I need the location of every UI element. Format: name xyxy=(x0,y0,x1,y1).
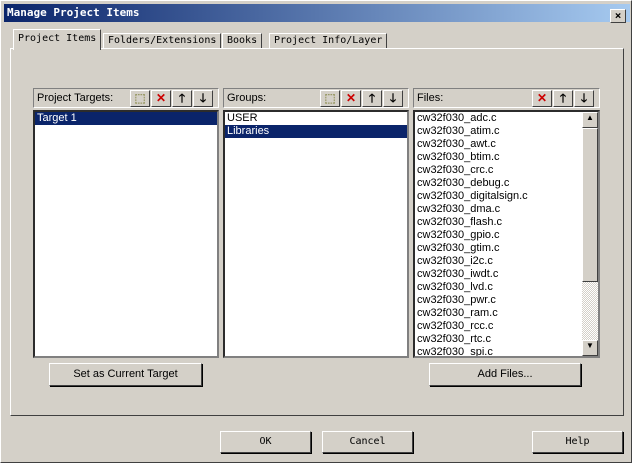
groups-header: Groups: ⬚ ✕ 🡑 🡓 xyxy=(223,88,409,108)
files-list[interactable]: cw32f030_adc.c cw32f030_atim.c cw32f030_aw… xyxy=(413,110,600,358)
file-item[interactable]: cw32f030_gtim.c xyxy=(415,242,598,255)
tab-project-items[interactable]: Project Items xyxy=(13,29,102,50)
tab-folders-extensions[interactable]: Folders/Extensions xyxy=(103,33,222,49)
tab-project-info-layer[interactable]: Project Info/Layer xyxy=(269,33,388,49)
targets-header: Project Targets: ⬚ ✕ 🡑 🡓 xyxy=(33,88,219,108)
close-button[interactable]: × xyxy=(610,9,626,23)
ok-button[interactable]: OK xyxy=(220,431,311,453)
targets-label: Project Targets: xyxy=(37,92,114,104)
groups-list[interactable]: USER Libraries xyxy=(223,110,409,358)
move-down-icon[interactable]: 🡓 xyxy=(574,90,594,107)
file-item[interactable]: cw32f030_btim.c xyxy=(415,151,598,164)
scroll-thumb[interactable] xyxy=(582,128,598,282)
file-item[interactable]: cw32f030_adc.c xyxy=(415,112,598,125)
file-item[interactable]: cw32f030_spi.c xyxy=(415,346,598,356)
move-up-icon[interactable]: 🡑 xyxy=(553,90,573,107)
file-item[interactable]: cw32f030_i2c.c xyxy=(415,255,598,268)
file-item[interactable]: cw32f030_gpio.c xyxy=(415,229,598,242)
move-up-icon[interactable]: 🡑 xyxy=(362,90,382,107)
groups-label: Groups: xyxy=(227,92,267,104)
file-item[interactable]: cw32f030_debug.c xyxy=(415,177,598,190)
file-item[interactable]: cw32f030_ram.c xyxy=(415,307,598,320)
file-item[interactable]: cw32f030_dma.c xyxy=(415,203,598,216)
file-item[interactable]: cw32f030_awt.c xyxy=(415,138,598,151)
manage-project-items-dialog: Manage Project Items × Project Items Fol… xyxy=(0,0,632,463)
files-header: Files: ✕ 🡑 🡓 xyxy=(413,88,600,108)
file-item[interactable]: cw32f030_atim.c xyxy=(415,125,598,138)
dialog-title: Manage Project Items xyxy=(7,6,140,19)
file-item[interactable]: cw32f030_flash.c xyxy=(415,216,598,229)
cancel-button[interactable]: Cancel xyxy=(322,431,413,453)
file-item[interactable]: cw32f030_rcc.c xyxy=(415,320,598,333)
file-item[interactable]: cw32f030_digitalsign.c xyxy=(415,190,598,203)
delete-target-icon[interactable]: ✕ xyxy=(151,90,171,107)
tab-books[interactable]: Books xyxy=(222,33,263,49)
move-down-icon[interactable]: 🡓 xyxy=(193,90,213,107)
files-label: Files: xyxy=(417,92,444,104)
add-files-button[interactable]: Add Files... xyxy=(429,363,581,386)
list-item[interactable]: Target 1 xyxy=(35,112,217,125)
scroll-down-button[interactable]: ▼ xyxy=(582,340,598,356)
delete-file-icon[interactable]: ✕ xyxy=(532,90,552,107)
move-up-icon[interactable]: 🡑 xyxy=(172,90,192,107)
title-bar: Manage Project Items × xyxy=(4,4,630,23)
list-item[interactable]: Libraries xyxy=(225,125,407,138)
new-target-icon[interactable]: ⬚ xyxy=(130,90,150,107)
scroll-up-button[interactable]: ▲ xyxy=(582,112,598,128)
file-item[interactable]: cw32f030_crc.c xyxy=(415,164,598,177)
file-item[interactable]: cw32f030_iwdt.c xyxy=(415,268,598,281)
file-item[interactable]: cw32f030_pwr.c xyxy=(415,294,598,307)
move-down-icon[interactable]: 🡓 xyxy=(383,90,403,107)
help-button[interactable]: Help xyxy=(532,431,623,453)
list-item[interactable]: USER xyxy=(225,112,407,125)
targets-list[interactable]: Target 1 xyxy=(33,110,219,358)
file-item[interactable]: cw32f030_rtc.c xyxy=(415,333,598,346)
file-item[interactable]: cw32f030_lvd.c xyxy=(415,281,598,294)
set-current-target-button[interactable]: Set as Current Target xyxy=(49,363,202,386)
delete-group-icon[interactable]: ✕ xyxy=(341,90,361,107)
new-group-icon[interactable]: ⬚ xyxy=(320,90,340,107)
scrollbar[interactable]: ▲ ▼ xyxy=(582,112,598,356)
